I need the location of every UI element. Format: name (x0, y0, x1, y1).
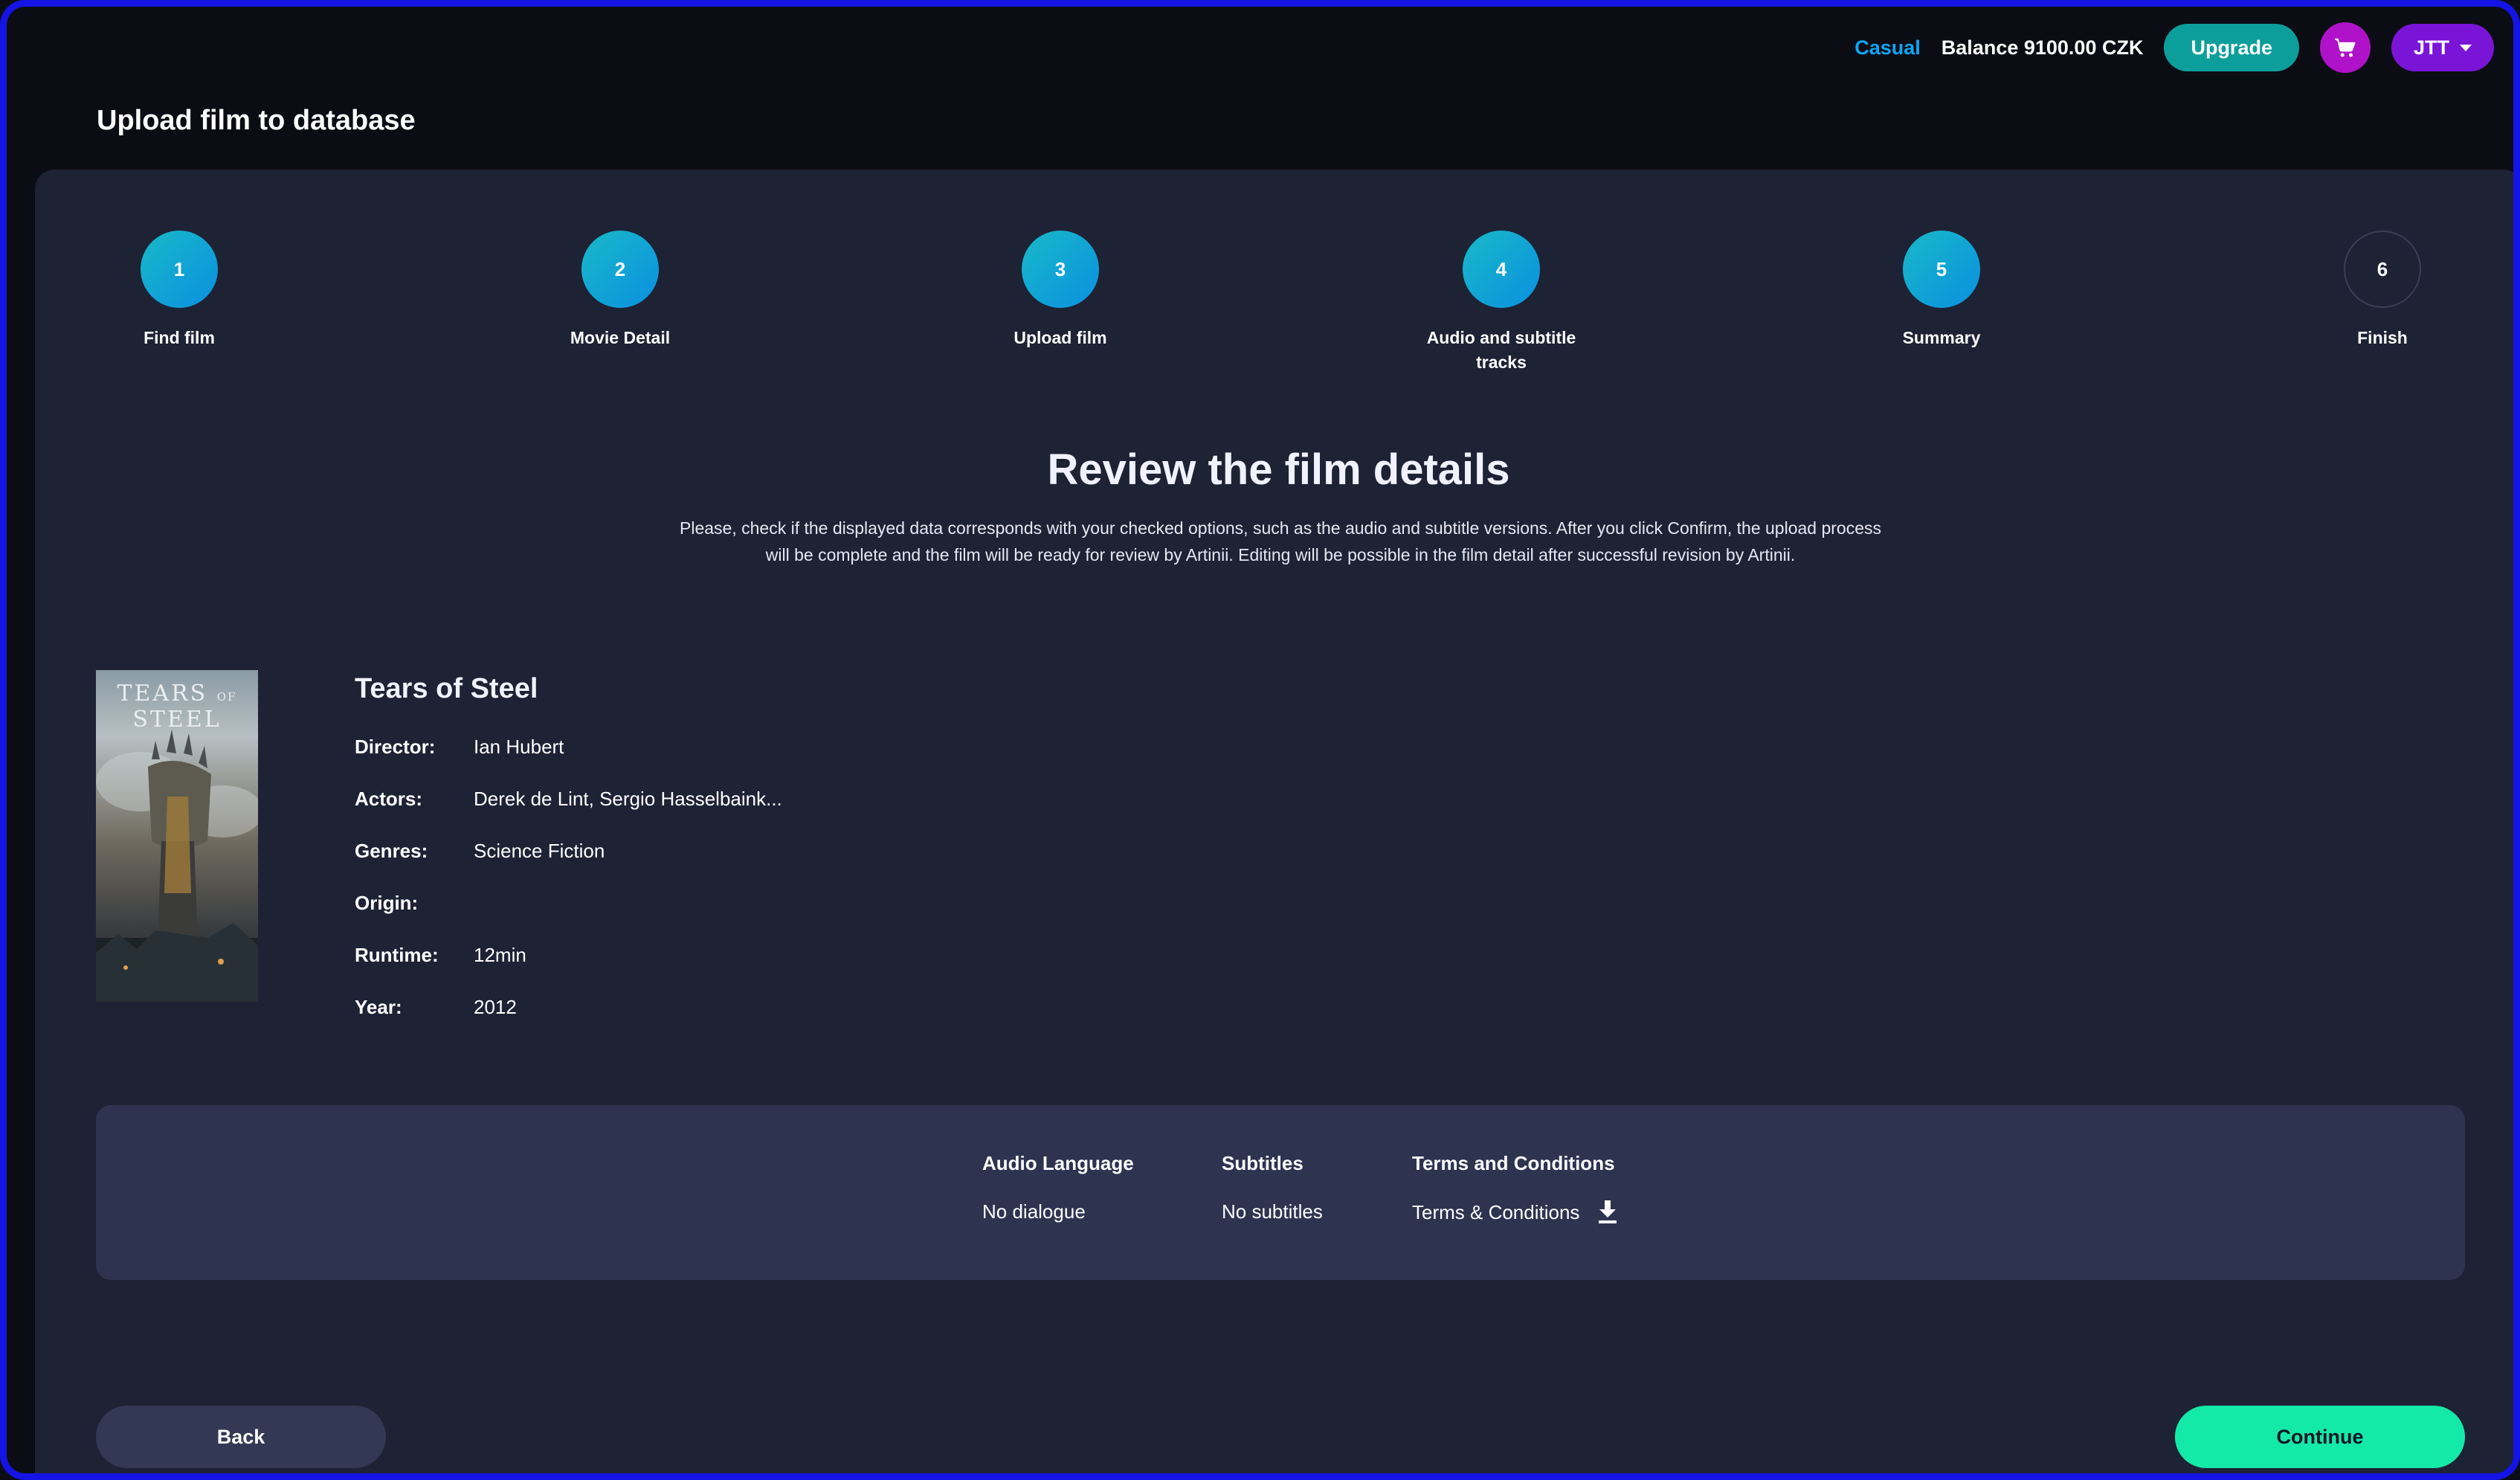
actors-value: Derek de Lint, Sergio Hasselbaink... (474, 787, 782, 810)
actors-label: Actors: (355, 787, 423, 810)
step-number: 4 (1463, 231, 1540, 308)
year-row: Year: 2012 (355, 992, 517, 1022)
upgrade-button[interactable]: Upgrade (2164, 24, 2299, 71)
genres-label: Genres: (355, 839, 428, 862)
director-value: Ian Hubert (474, 735, 564, 758)
step-finish: 6 Finish (2271, 231, 2494, 350)
step-number: 6 (2344, 231, 2421, 308)
chevron-down-icon (2460, 44, 2472, 51)
step-audio-subtitle-tracks[interactable]: 4 Audio and subtitle tracks (1390, 231, 1613, 375)
step-upload-film[interactable]: 3 Upload film (949, 231, 1172, 350)
step-label: Summary (1902, 328, 1981, 347)
terms-link-text: Terms & Conditions (1412, 1200, 1580, 1223)
download-icon (1599, 1200, 1617, 1223)
genres-row: Genres: Science Fiction (355, 836, 605, 866)
director-row: Director: Ian Hubert (355, 732, 564, 762)
app-window: Casual Balance 9100.00 CZK Upgrade JTT U… (0, 0, 2520, 1480)
step-movie-detail[interactable]: 2 Movie Detail (509, 231, 732, 350)
cart-icon (2335, 38, 2356, 57)
audio-language-header: Audio Language (982, 1152, 1134, 1174)
upload-wizard-card: 1 Find film 2 Movie Detail 3 Upload film… (35, 170, 2513, 1473)
step-number: 1 (141, 231, 218, 308)
origin-row: Origin: (355, 888, 474, 918)
runtime-row: Runtime: 12min (355, 940, 526, 970)
poster-artwork (96, 730, 258, 1002)
step-number: 2 (581, 231, 659, 308)
year-label: Year: (355, 995, 402, 1018)
page-title: Upload film to database (97, 105, 416, 136)
step-label: Upload film (1014, 328, 1107, 347)
step-label: Finish (2357, 328, 2408, 347)
director-label: Director: (355, 735, 436, 758)
balance-display: Balance 9100.00 CZK (1941, 36, 2144, 59)
cart-button[interactable] (2319, 22, 2371, 73)
subtitles-header: Subtitles (1222, 1152, 1303, 1174)
audio-language-column: Audio Language No dialogue (982, 1152, 1134, 1223)
continue-button[interactable]: Continue (2175, 1406, 2465, 1468)
step-label: Audio and subtitle tracks (1426, 328, 1576, 372)
review-heading: Review the film details (1047, 445, 1510, 494)
runtime-value: 12min (474, 943, 526, 966)
step-label: Movie Detail (570, 328, 671, 347)
plan-badge[interactable]: Casual (1854, 36, 1921, 59)
step-number: 5 (1903, 231, 1980, 308)
subtitles-value: No subtitles (1222, 1200, 1323, 1223)
top-bar: Casual Balance 9100.00 CZK Upgrade JTT (1854, 22, 2494, 73)
genres-value: Science Fiction (474, 839, 605, 862)
film-poster: TEARS OF STEEL (96, 670, 258, 1002)
user-initials: JTT (2413, 36, 2449, 59)
user-menu-button[interactable]: JTT (2391, 24, 2494, 71)
year-value: 2012 (474, 995, 517, 1018)
audio-language-value: No dialogue (982, 1200, 1086, 1223)
origin-label: Origin: (355, 891, 419, 914)
step-summary[interactable]: 5 Summary (1830, 231, 2053, 350)
step-find-film[interactable]: 1 Find film (68, 231, 291, 350)
tracks-summary-panel: Audio Language No dialogue Subtitles No … (96, 1105, 2465, 1280)
terms-download-link[interactable]: Terms & Conditions (1412, 1200, 1618, 1224)
back-button[interactable]: Back (96, 1406, 386, 1468)
runtime-label: Runtime: (355, 943, 439, 966)
actors-row: Actors: Derek de Lint, Sergio Hasselbain… (355, 784, 782, 814)
film-title: Tears of Steel (355, 673, 538, 704)
terms-header: Terms and Conditions (1412, 1152, 1615, 1174)
step-label: Find film (144, 328, 215, 347)
subtitles-column: Subtitles No subtitles (1222, 1152, 1323, 1223)
terms-column: Terms and Conditions Terms & Conditions (1412, 1152, 1618, 1224)
review-description: Please, check if the displayed data corr… (680, 518, 1881, 564)
step-number: 3 (1022, 231, 1099, 308)
